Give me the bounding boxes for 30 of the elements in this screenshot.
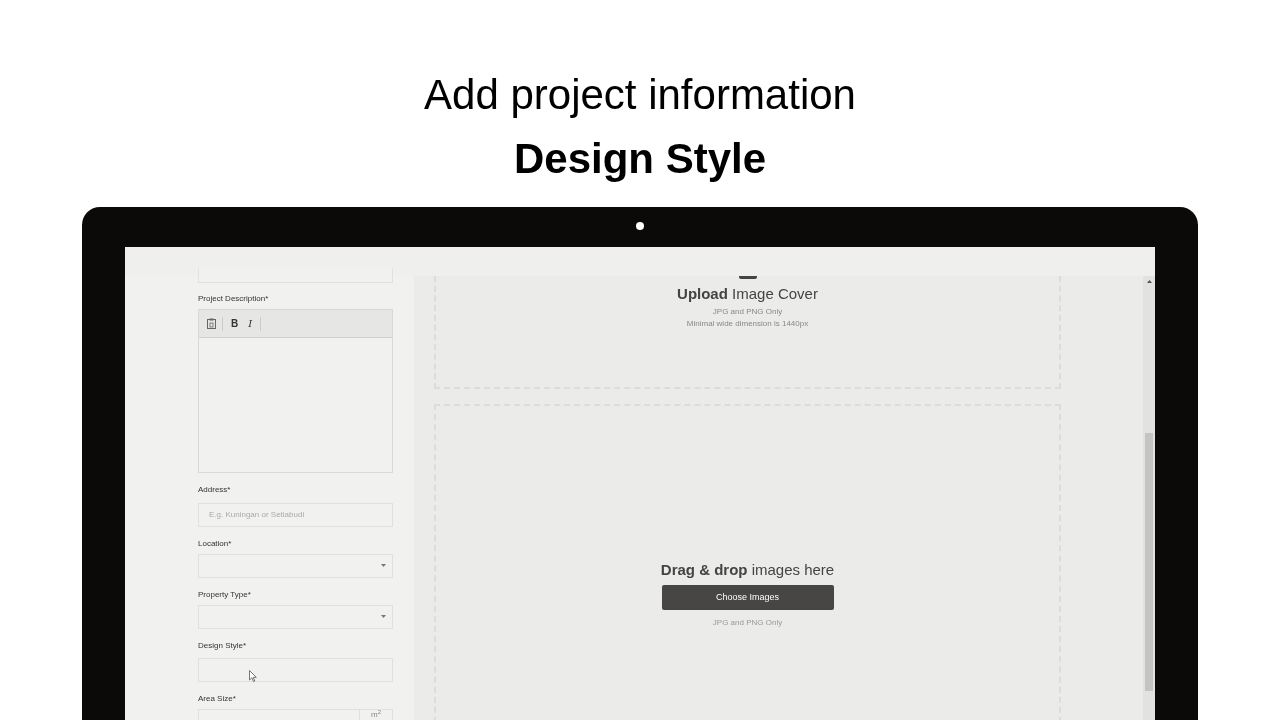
upload-hint: JPG and PNG Only: [712, 306, 783, 318]
clipboard-icon[interactable]: [207, 318, 216, 329]
scrollbar[interactable]: [1143, 276, 1155, 720]
cover-upload-area[interactable]: Upload Image Cover JPG and PNG Only Minimal wide dimension is 1440px: [434, 276, 1061, 389]
field-label: Project Description*: [198, 294, 269, 304]
field-label: Property Type*: [198, 589, 251, 600]
field-label: Location*: [198, 538, 232, 549]
field-label: Area Size*: [198, 694, 236, 704]
dropzone-hint: JPG and PNG Only: [712, 617, 783, 629]
scroll-up-icon[interactable]: [1146, 280, 1152, 283]
field-label: Design Style*: [198, 640, 247, 651]
page-heading: Add project information: [424, 70, 856, 120]
format-button[interactable]: I: [246, 317, 255, 330]
choose-images-button[interactable]: Choose Images: [661, 585, 834, 610]
text-field[interactable]: [198, 658, 393, 682]
image-dropzone[interactable]: Drag & drop images here Choose Images JPG and PNG Only: [434, 404, 1061, 720]
upload-title: Upload Image Cover: [677, 285, 818, 303]
select-field[interactable]: [198, 604, 393, 629]
caret-icon: [381, 564, 386, 567]
dropzone-title: Drag & drop images here: [660, 561, 835, 579]
field-label: Address*: [198, 485, 231, 495]
upload-icon: [738, 276, 757, 279]
caret-icon: [381, 615, 386, 618]
select-field[interactable]: [198, 553, 393, 578]
page-subheading: Design Style: [513, 134, 767, 184]
upload-hint: Minimal wide dimension is 1440px: [686, 318, 809, 330]
scrollbar-thumb[interactable]: [1145, 433, 1153, 691]
text-editor[interactable]: B I: [198, 309, 393, 473]
format-button[interactable]: B: [229, 317, 241, 330]
unit-label: m$^{2}$: [359, 710, 392, 720]
